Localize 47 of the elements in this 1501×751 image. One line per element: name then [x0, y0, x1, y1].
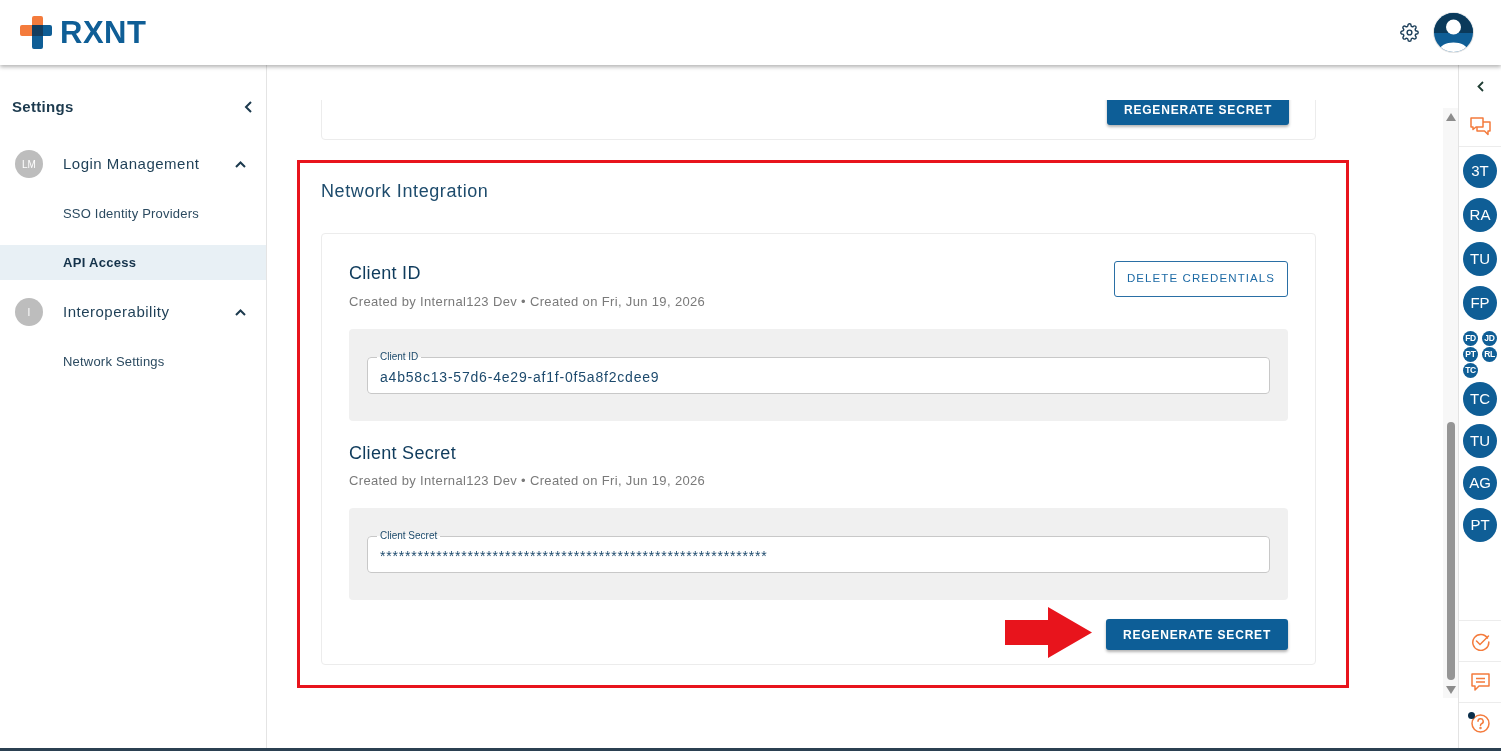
user-avatar[interactable]: TC	[1463, 382, 1497, 416]
chevron-left-icon[interactable]	[244, 101, 252, 113]
user-avatar[interactable]: RA	[1463, 198, 1497, 232]
check-circle-icon[interactable]	[1470, 631, 1490, 651]
user-avatar[interactable]: PT	[1463, 347, 1478, 362]
sidebar-group-label[interactable]: Login Management	[63, 152, 200, 176]
arrow-icon	[1005, 607, 1092, 658]
user-avatar[interactable]: PT	[1463, 508, 1497, 542]
logo-text: RXNT	[60, 17, 147, 48]
user-avatar[interactable]: FD	[1463, 331, 1478, 346]
sidebar-item[interactable]: API Access	[0, 245, 266, 280]
credential-meta: Created by Internal123 Dev • Created on Fri, Jun 19, 2026	[349, 293, 706, 311]
credential-title: Client ID	[349, 262, 422, 285]
caret-up-icon[interactable]	[235, 160, 246, 168]
settings-icon[interactable]	[1400, 23, 1419, 42]
user-avatar[interactable]: TU	[1463, 424, 1497, 458]
sidebar-item[interactable]: Network Settings	[0, 344, 266, 379]
logo-icon	[20, 16, 52, 49]
scroll-up-arrow-icon[interactable]	[1445, 113, 1456, 121]
credential-title: Client Secret	[349, 442, 457, 465]
help-icon[interactable]	[1470, 713, 1490, 733]
user-avatar[interactable]: TC	[1463, 363, 1478, 378]
section-avatar: LM	[15, 150, 43, 178]
delete-credentials-button[interactable]: DELETE CREDENTIALS	[1114, 261, 1288, 297]
sidebar-item[interactable]: SSO Identity Providers	[0, 196, 266, 231]
sidebar-group-label[interactable]: Interoperability	[63, 300, 170, 324]
user-avatar[interactable]: 3T	[1463, 154, 1497, 188]
text-field[interactable]: Client Secret **************************************************************	[367, 530, 1270, 573]
user-avatar[interactable]: AG	[1463, 466, 1497, 500]
user-avatar[interactable]: TU	[1463, 242, 1497, 276]
caret-up-icon[interactable]	[235, 308, 246, 316]
message-icon[interactable]	[1470, 672, 1490, 692]
text-field[interactable]: Client ID a4b58c13-57d6-4e29-af1f-0f5a8f2cdee9	[367, 351, 1270, 394]
user-avatar[interactable]: RL	[1482, 347, 1497, 362]
section-title: Network Integration	[321, 180, 490, 203]
sidebar-title: Settings	[12, 96, 74, 117]
chevron-left-icon[interactable]	[1476, 81, 1484, 92]
scroll-down-arrow-icon[interactable]	[1445, 686, 1456, 694]
user-avatar[interactable]: FP	[1463, 286, 1497, 320]
regenerate-button[interactable]: REGENERATE SECRET	[1106, 619, 1288, 650]
chat-icon[interactable]	[1469, 117, 1491, 136]
credential-meta: Created by Internal123 Dev • Created on Fri, Jun 19, 2026	[349, 472, 706, 490]
scrollbar-thumb[interactable]	[1446, 422, 1455, 680]
user-avatar-icon[interactable]	[1433, 12, 1474, 53]
scrollbar[interactable]	[1443, 108, 1458, 698]
user-avatar[interactable]: JD	[1482, 331, 1497, 346]
regenerate-button[interactable]: REGENERATE SECRET	[1107, 100, 1289, 125]
